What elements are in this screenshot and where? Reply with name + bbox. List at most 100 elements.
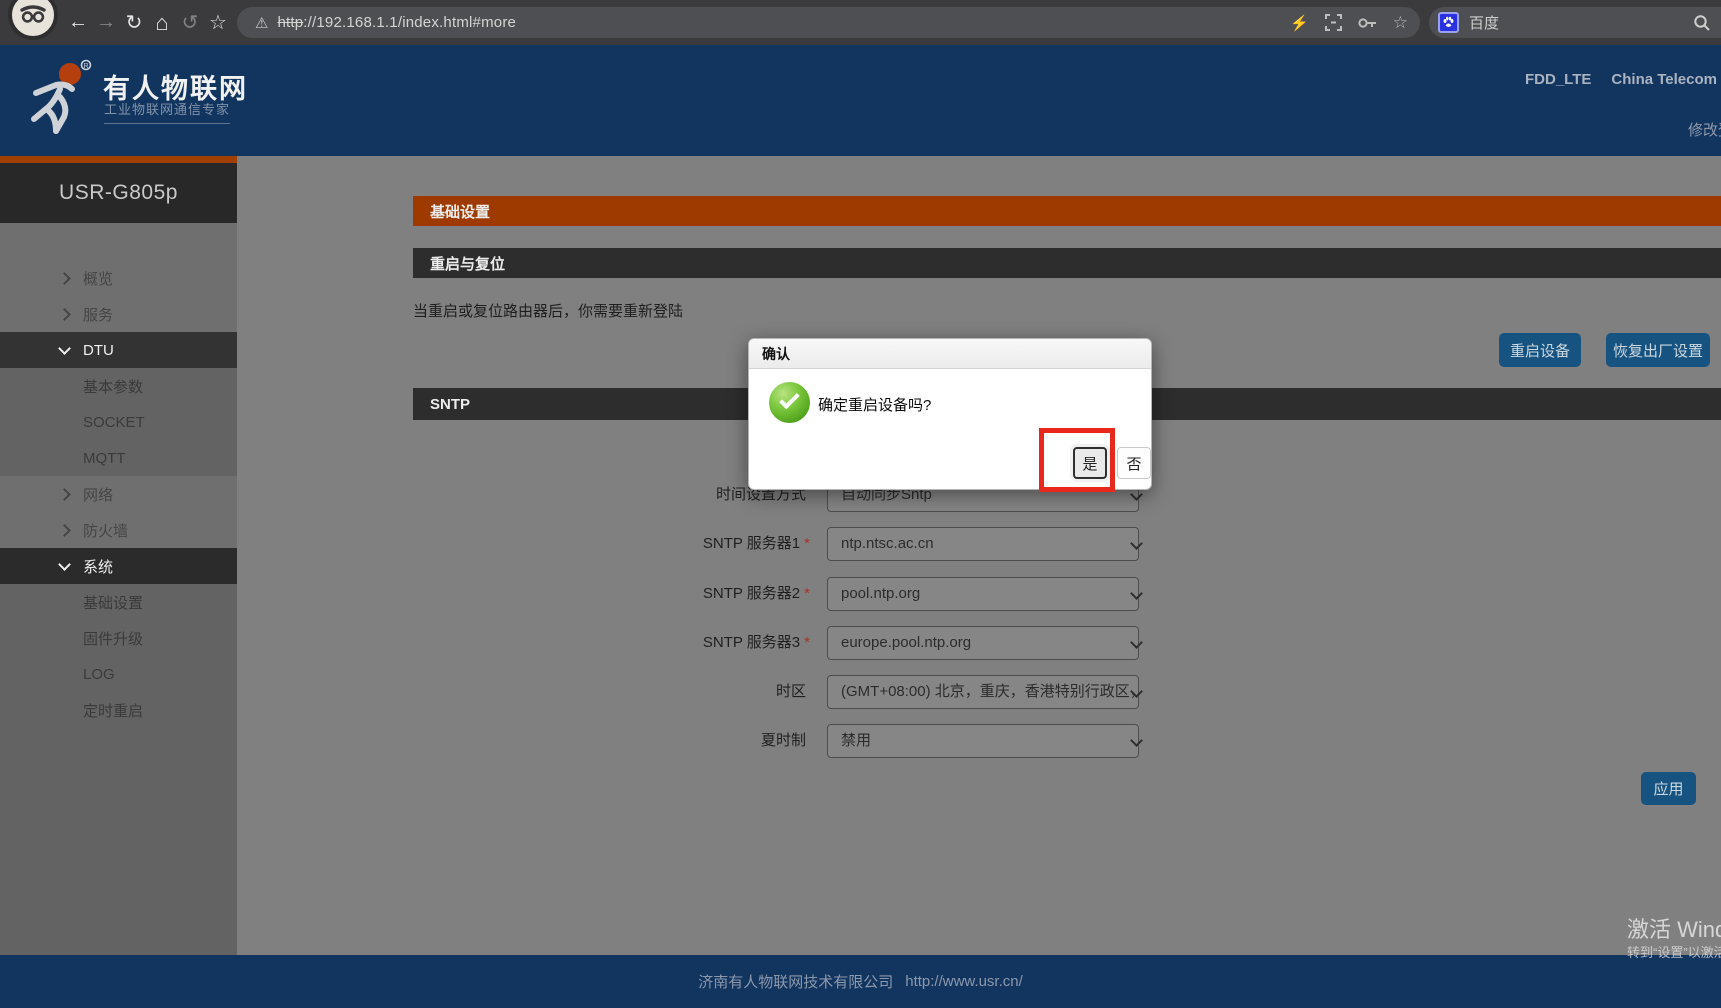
home-icon: ⌂ <box>155 9 169 35</box>
field-label: SNTP 服务器2 * <box>702 585 810 602</box>
dst-select[interactable]: 禁用 <box>827 724 1139 758</box>
dialog-no-button[interactable]: 否 <box>1117 447 1151 479</box>
sidebar-item-system[interactable]: 系统 <box>0 548 237 584</box>
form-row-timezone: 时区 (GMT+08:00) 北京，重庆，香港特别行政区，乌鲁木齐 <box>413 675 1721 709</box>
sidebar-item-basic-params[interactable]: 基本参数 <box>0 368 237 404</box>
reload-button[interactable]: ↻ <box>120 0 148 45</box>
chevron-right-icon <box>58 487 71 501</box>
back-button[interactable]: ← <box>64 0 92 45</box>
baidu-logo-icon <box>1438 12 1459 33</box>
sntp-server3-select[interactable]: europe.pool.ntp.org <box>827 626 1139 660</box>
url-rest: ://192.168.1.1/index.html#more <box>303 14 517 31</box>
screenshot-frame-icon[interactable] <box>1324 14 1342 31</box>
sidebar-item-services[interactable]: 服务 <box>0 296 237 332</box>
sntp-server1-select[interactable]: ntp.ntsc.ac.cn <box>827 527 1139 561</box>
chevron-right-icon <box>58 307 71 321</box>
forward-icon: → <box>96 11 116 33</box>
history-button[interactable]: ↺ <box>176 0 204 45</box>
footer-url[interactable]: http://www.usr.cn/ <box>905 973 1023 990</box>
sidebar-item-scheduled-restart[interactable]: 定时重启 <box>0 692 237 728</box>
history-icon: ↺ <box>181 12 199 34</box>
forward-button[interactable]: → <box>92 0 120 45</box>
page-title: 基础设置 <box>413 196 1721 226</box>
sidebar-item-network[interactable]: 网络 <box>0 476 237 512</box>
carrier-name: China Telecom <box>1611 71 1717 88</box>
incognito-avatar[interactable] <box>8 0 58 40</box>
apply-button[interactable]: 应用 <box>1641 772 1696 805</box>
sidebar-item-label: 服务 <box>83 306 114 324</box>
bolt-icon[interactable]: ⚡ <box>1290 14 1309 32</box>
brand-slogan: 工业物联网通信专家 <box>104 99 231 124</box>
home-button[interactable]: ⌂ <box>148 0 176 45</box>
network-type: FDD_LTE <box>1525 71 1592 88</box>
field-label: SNTP 服务器1 * <box>702 535 810 552</box>
sidebar-item-label: 系统 <box>83 558 114 576</box>
sidebar-item-label: 基本参数 <box>83 378 144 396</box>
click-target-annotation <box>1039 428 1115 492</box>
sidebar-item-log[interactable]: LOG <box>0 656 237 692</box>
factory-reset-button[interactable]: 恢复出厂设置 <box>1606 333 1710 367</box>
site-header: R 有人物联网 工业物联网通信专家 FDD_LTE China Telecom … <box>0 45 1721 156</box>
sidebar-item-dtu[interactable]: DTU <box>0 332 237 368</box>
change-password-link[interactable]: 修改登录密码 <box>1688 119 1721 140</box>
section-restart-title: 重启与复位 <box>413 248 1721 278</box>
incognito-icon <box>20 5 46 23</box>
sidebar-item-label: 基础设置 <box>83 594 144 612</box>
field-label: 夏时制 <box>760 732 806 749</box>
field-label: 时区 <box>775 683 806 700</box>
side-search-bar[interactable]: 百度 <box>1429 7 1721 38</box>
search-icon[interactable] <box>1693 14 1711 32</box>
star-icon: ☆ <box>209 12 227 34</box>
bookmark-star-icon[interactable]: ☆ <box>1393 13 1408 33</box>
windows-activation-watermark-line1: 激活 Windows <box>1627 917 1721 942</box>
key-icon[interactable] <box>1358 17 1377 29</box>
sidebar-item-firewall[interactable]: 防火墙 <box>0 512 237 548</box>
sidebar-item-label: 防火墙 <box>83 522 129 540</box>
not-secure-warning-icon: ⚠ <box>255 14 269 32</box>
footer-company: 济南有人物联网技术有限公司 <box>698 974 894 991</box>
sidebar-item-label: LOG <box>83 665 115 683</box>
page-footer: 济南有人物联网技术有限公司 http://www.usr.cn/ <box>0 955 1721 1008</box>
reboot-device-button[interactable]: 重启设备 <box>1499 333 1581 367</box>
sidebar-item-label: MQTT <box>83 449 126 467</box>
chevron-down-icon <box>58 342 71 355</box>
restart-description: 当重启或复位路由器后，你需要重新登陆 <box>413 303 684 320</box>
browser-toolbar: ← → ↻ ⌂ ↺ ☆ ⚠ http://192.168.1.1/index.h… <box>0 0 1721 45</box>
sidebar-item-mqtt[interactable]: MQTT <box>0 440 237 476</box>
dialog-message: 确定重启设备吗? <box>818 397 932 414</box>
sidebar-item-label: 网络 <box>83 486 114 504</box>
chevron-right-icon <box>58 271 71 285</box>
form-row-sntp-server3: SNTP 服务器3 * europe.pool.ntp.org <box>413 626 1721 660</box>
timezone-select[interactable]: (GMT+08:00) 北京，重庆，香港特别行政区，乌鲁木齐 <box>827 675 1139 709</box>
required-star: * <box>804 634 810 651</box>
sidebar-item-overview[interactable]: 概览 <box>0 260 237 296</box>
sidebar: 概览 服务 DTU 基本参数 SOCKET MQTT 网络 防火墙 系统 基础设… <box>0 223 237 955</box>
sidebar-item-firmware-upgrade[interactable]: 固件升级 <box>0 620 237 656</box>
chevron-down-icon <box>58 558 71 571</box>
sidebar-accent-strip <box>0 156 237 163</box>
url-scheme: http <box>277 14 304 31</box>
dialog-title: 确认 <box>749 339 1151 369</box>
omnibox-actions: ⚡ ☆ <box>1290 7 1408 38</box>
bookmark-button[interactable]: ☆ <box>204 0 232 45</box>
url-text: http://192.168.1.1/index.html#more <box>277 14 516 31</box>
search-engine-label: 百度 <box>1469 15 1500 32</box>
form-row-sntp-server2: SNTP 服务器2 * pool.ntp.org <box>413 577 1721 611</box>
confirm-check-icon <box>769 382 810 423</box>
sidebar-item-basic-settings[interactable]: 基础设置 <box>0 584 237 620</box>
device-name: USR-G805p <box>0 163 237 223</box>
chevron-right-icon <box>58 523 71 537</box>
sidebar-item-socket[interactable]: SOCKET <box>0 404 237 440</box>
field-label: SNTP 服务器3 * <box>702 634 810 651</box>
screen: ← → ↻ ⌂ ↺ ☆ ⚠ http://192.168.1.1/index.h… <box>0 0 1721 1008</box>
sidebar-item-label: 概览 <box>83 270 114 288</box>
sntp-server2-select[interactable]: pool.ntp.org <box>827 577 1139 611</box>
required-star: * <box>804 535 810 552</box>
address-bar[interactable]: ⚠ http://192.168.1.1/index.html#more ⚡ ☆ <box>237 7 1420 38</box>
windows-activation-watermark-line2: 转到“设置”以激活 Windows。 <box>1627 945 1721 960</box>
reload-icon: ↻ <box>125 12 143 34</box>
usr-logo: R <box>31 59 92 134</box>
back-icon: ← <box>68 11 88 33</box>
sidebar-item-label: 固件升级 <box>83 630 144 648</box>
svg-text:R: R <box>83 63 88 70</box>
